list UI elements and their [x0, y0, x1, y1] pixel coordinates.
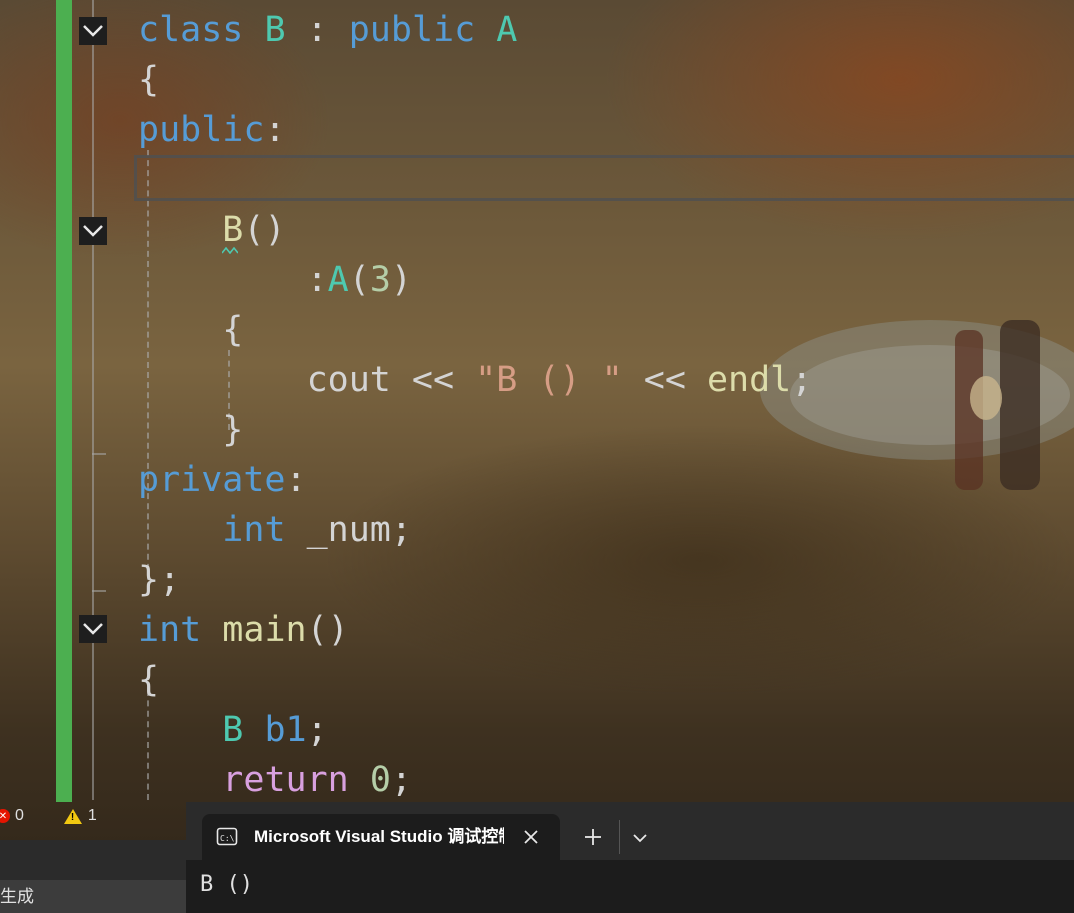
- build-label: 生成: [0, 887, 34, 906]
- code-token: {: [138, 60, 160, 100]
- code-token: int: [222, 510, 286, 550]
- tab-separator: [619, 820, 620, 854]
- desktop-background: class B : public A{public: B() :A(3) { c…: [0, 0, 1074, 913]
- code-token: {: [138, 310, 244, 350]
- code-token: (): [243, 210, 286, 250]
- warning-icon: !: [63, 808, 82, 824]
- code-line[interactable]: private:: [138, 455, 307, 505]
- error-icon: ✕: [0, 809, 10, 823]
- code-token: private: [138, 460, 286, 500]
- outline-end-tick: [92, 453, 106, 455]
- code-token: {: [138, 660, 160, 700]
- code-token: ;: [390, 760, 412, 800]
- code-token: A: [327, 260, 349, 300]
- code-token: main: [222, 610, 307, 650]
- terminal-icon: C:\: [216, 827, 238, 846]
- current-line-highlight: [134, 155, 1074, 201]
- code-token: };: [138, 560, 181, 600]
- fold-toggle-constructor[interactable]: [79, 217, 107, 245]
- code-token: return: [222, 760, 349, 800]
- warning-count: 1: [87, 807, 97, 824]
- code-line[interactable]: class B : public A: [138, 5, 517, 55]
- chevron-down-icon[interactable]: [632, 830, 648, 846]
- code-token: B: [222, 210, 244, 250]
- code-line[interactable]: int _num;: [138, 505, 412, 555]
- code-token: int: [138, 610, 202, 650]
- code-token: public: [348, 10, 476, 50]
- code-token: ;: [791, 360, 813, 400]
- chevron-down-icon: [83, 623, 103, 635]
- console-tab-title: Microsoft Visual Studio 调试控制台: [254, 827, 504, 846]
- debug-console-window[interactable]: C:\ Microsoft Visual Studio 调试控制台 B (): [186, 802, 1074, 913]
- code-line[interactable]: B b1;: [138, 705, 328, 755]
- outline-line: [92, 0, 94, 800]
- code-line[interactable]: :A(3): [138, 255, 412, 305]
- code-token: b1: [264, 710, 307, 750]
- code-token: 0: [369, 760, 391, 800]
- error-count: 0: [15, 807, 24, 824]
- code-line[interactable]: {: [138, 55, 159, 105]
- close-icon[interactable]: [520, 826, 542, 848]
- info-squiggle: [222, 246, 238, 254]
- fold-toggle-main[interactable]: [79, 615, 107, 643]
- code-token: :: [138, 260, 328, 300]
- error-list-summary[interactable]: ✕ 0 ! 1: [0, 803, 97, 829]
- code-line[interactable]: };: [138, 555, 180, 605]
- code-token: A: [496, 10, 518, 50]
- plus-icon[interactable]: [582, 826, 604, 848]
- console-output: B (): [200, 872, 253, 897]
- code-line[interactable]: cout << "B () " << endl;: [138, 355, 813, 405]
- code-token: class: [138, 10, 244, 50]
- code-line[interactable]: return 0;: [138, 755, 412, 805]
- code-token: B: [264, 10, 286, 50]
- code-token: public: [138, 110, 265, 150]
- code-line[interactable]: {: [138, 305, 243, 355]
- svg-text:C:\: C:\: [220, 834, 235, 843]
- code-token: :: [285, 10, 349, 50]
- code-token: _num;: [285, 510, 412, 550]
- code-token: B: [222, 710, 244, 750]
- fold-toggle-class[interactable]: [79, 17, 107, 45]
- code-line[interactable]: int main(): [138, 605, 349, 655]
- code-token: endl: [706, 360, 792, 400]
- code-token: cout <<: [138, 360, 476, 400]
- changes-gutter-bar: [56, 0, 72, 802]
- console-tab-strip: C:\ Microsoft Visual Studio 调试控制台: [186, 802, 1074, 860]
- chevron-down-icon: [83, 25, 103, 37]
- code-line[interactable]: {: [138, 655, 159, 705]
- code-token: ): [390, 260, 412, 300]
- chevron-down-icon: [83, 225, 103, 237]
- code-token: "B () ": [475, 360, 623, 400]
- code-line[interactable]: B(): [138, 205, 286, 255]
- code-token: ;: [306, 710, 328, 750]
- code-token: <<: [622, 360, 707, 400]
- console-tab[interactable]: C:\ Microsoft Visual Studio 调试控制台: [202, 814, 560, 860]
- code-token: (): [306, 610, 349, 650]
- code-token: :: [264, 110, 286, 150]
- code-line[interactable]: public:: [138, 105, 286, 155]
- code-token: }: [138, 410, 244, 450]
- code-line[interactable]: }: [138, 405, 243, 455]
- build-status-bar: 生成: [0, 880, 186, 913]
- outline-end-tick: [92, 590, 106, 592]
- code-token: 3: [369, 260, 391, 300]
- code-token: (: [348, 260, 370, 300]
- code-token: :: [285, 460, 307, 500]
